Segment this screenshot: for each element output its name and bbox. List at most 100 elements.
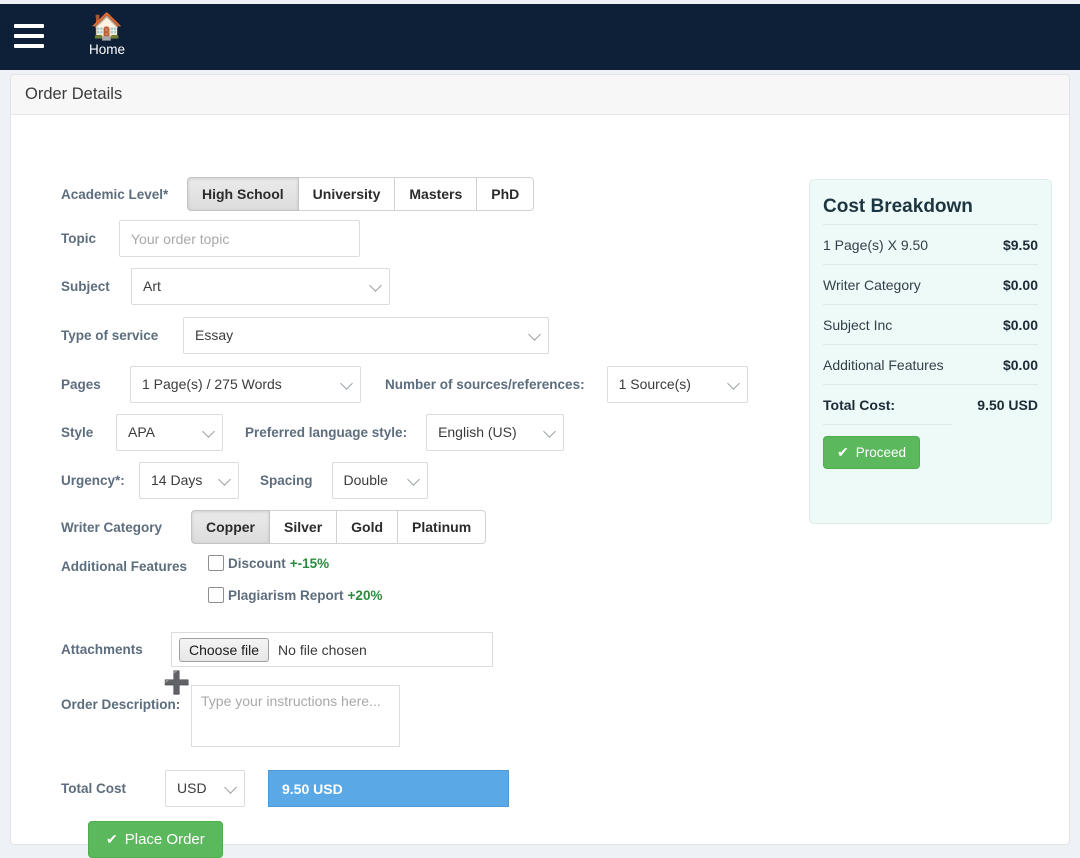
place-order-wrap: ✔ Place Order (88, 821, 223, 858)
tab-phd[interactable]: PhD (477, 177, 535, 211)
cost-row-writer-category: Writer Category $0.00 (823, 264, 1038, 304)
cost-row-amount: $0.00 (1002, 276, 1038, 293)
additional-features-list: Discount +-15% Plagiarism Report +20% (208, 555, 382, 603)
total-cost-amount: 9.50 USD (282, 780, 343, 797)
tab-platinum[interactable]: Platinum (398, 510, 487, 544)
additional-features-label: Additional Features (61, 559, 188, 574)
urgency-select[interactable]: 14 Days (139, 462, 239, 499)
field-style: Style APA Preferred language style: Engl… (61, 414, 565, 451)
cost-row-amount: $0.00 (1002, 316, 1038, 333)
topic-label: Topic (61, 231, 96, 246)
tab-gold[interactable]: Gold (337, 510, 399, 544)
language-style-value: English (US) (438, 424, 517, 440)
tab-silver[interactable]: Silver (270, 510, 338, 544)
urgency-label: Urgency*: (61, 473, 125, 488)
tab-university[interactable]: University (298, 177, 396, 211)
currency-select[interactable]: USD (165, 770, 245, 807)
subject-select[interactable]: Art (131, 268, 390, 305)
feature-discount: Discount +-15% (208, 555, 382, 571)
pages-select[interactable]: 1 Page(s) / 275 Words (130, 366, 361, 403)
pages-value: 1 Page(s) / 275 Words (142, 376, 282, 392)
spacing-select[interactable]: Double (331, 462, 428, 499)
home-icon: 🏠 (90, 11, 124, 41)
topic-input[interactable] (119, 220, 360, 257)
tab-masters[interactable]: Masters (395, 177, 478, 211)
cost-row-label: Additional Features (823, 356, 944, 373)
field-additional-features: Additional Features Discount +-15% Plagi… (61, 555, 382, 603)
feature-plagiarism-report: Plagiarism Report +20% (208, 587, 382, 603)
field-pages: Pages 1 Page(s) / 275 Words Number of so… (61, 366, 748, 403)
order-details-card: Order Details Academic Level* High Schoo… (10, 74, 1070, 858)
total-cost-label: Total Cost (61, 781, 126, 796)
field-academic-level: Academic Level* High School University M… (61, 177, 535, 211)
writer-category-label: Writer Category (61, 519, 163, 535)
spacing-label: Spacing (260, 473, 313, 488)
type-of-service-select[interactable]: Essay (183, 317, 549, 354)
cost-row-label: 1 Page(s) X 9.50 (823, 236, 929, 253)
tab-high-school[interactable]: High School (187, 177, 299, 211)
sources-label: Number of sources/references: (385, 377, 585, 392)
order-description-textarea[interactable] (191, 685, 400, 747)
subject-label: Subject (61, 279, 110, 294)
plagiarism-report-checkbox[interactable] (208, 587, 224, 603)
academic-level-label: Academic Level* (61, 186, 169, 202)
field-total-cost: Total Cost USD 9.50 USD (61, 770, 509, 807)
pages-label: Pages (61, 377, 101, 392)
top-navbar: 🏠 Home (0, 4, 1080, 70)
card-header: Order Details (11, 75, 1069, 115)
cost-row-label: Subject Inc (823, 316, 893, 333)
cost-row-pages: 1 Page(s) X 9.50 $9.50 (823, 224, 1038, 264)
cost-total-amount: 9.50 USD (977, 396, 1038, 413)
discount-checkbox[interactable] (208, 555, 224, 571)
field-topic: Topic (61, 220, 360, 257)
proceed-wrap: ✔ Proceed (823, 425, 1038, 469)
nav-item-home[interactable]: 🏠 Home (79, 12, 135, 57)
page-title: Order Details (25, 85, 123, 103)
proceed-button[interactable]: ✔ Proceed (823, 436, 921, 469)
sources-select[interactable]: 1 Source(s) (606, 366, 748, 403)
place-order-label: Place Order (124, 831, 205, 848)
cost-row-amount: $0.00 (1002, 356, 1038, 373)
tab-copper[interactable]: Copper (191, 510, 270, 544)
cost-row-label: Writer Category (823, 276, 921, 293)
writer-category-tabs: Copper Silver Gold Platinum (191, 510, 487, 544)
hamburger-bar (14, 44, 44, 48)
field-urgency: Urgency*: 14 Days Spacing Double (61, 462, 428, 499)
style-label: Style (61, 425, 94, 440)
check-icon: ✔ (106, 831, 118, 847)
language-style-select[interactable]: English (US) (426, 414, 565, 451)
cost-total-label: Total Cost: (823, 396, 896, 413)
cost-breakdown-title: Cost Breakdown (823, 196, 973, 217)
hamburger-bar (14, 24, 44, 28)
language-style-label: Preferred language style: (245, 425, 408, 440)
type-of-service-label: Type of service (61, 328, 159, 343)
order-description-label: Order Description: (61, 697, 181, 712)
field-writer-category: Writer Category Copper Silver Gold Plati… (61, 510, 487, 544)
discount-percent: +-15% (289, 555, 330, 571)
field-order-description: Order Description: (61, 685, 400, 747)
cost-row-amount: $9.50 (1002, 236, 1038, 253)
plagiarism-report-percent: +20% (347, 587, 383, 603)
file-input[interactable]: Choose file No file chosen (171, 632, 493, 667)
subject-value: Art (143, 278, 161, 294)
proceed-label: Proceed (855, 445, 907, 460)
discount-label: Discount (228, 555, 286, 571)
hamburger-bar (14, 34, 44, 38)
hamburger-menu-icon[interactable] (14, 24, 44, 48)
choose-file-button[interactable]: Choose file (179, 637, 270, 662)
cost-row-total: Total Cost: 9.50 USD (823, 384, 1038, 424)
academic-level-tabs: High School University Masters PhD (187, 177, 535, 211)
sources-value: 1 Source(s) (618, 376, 691, 392)
cost-row-additional-features: Additional Features $0.00 (823, 344, 1038, 384)
file-status-text: No file chosen (278, 641, 367, 658)
card-body: Academic Level* High School University M… (11, 115, 1069, 858)
cost-breakdown-panel: Cost Breakdown 1 Page(s) X 9.50 $9.50 Wr… (809, 179, 1052, 524)
field-subject: Subject Art (61, 268, 390, 305)
total-cost-display: 9.50 USD (268, 770, 509, 807)
nav-home-label: Home (89, 42, 126, 57)
check-icon: ✔ (837, 444, 849, 460)
style-select[interactable]: APA (116, 414, 223, 451)
plagiarism-report-label: Plagiarism Report (228, 587, 344, 603)
field-type-of-service: Type of service Essay (61, 317, 549, 354)
place-order-button[interactable]: ✔ Place Order (88, 821, 223, 858)
